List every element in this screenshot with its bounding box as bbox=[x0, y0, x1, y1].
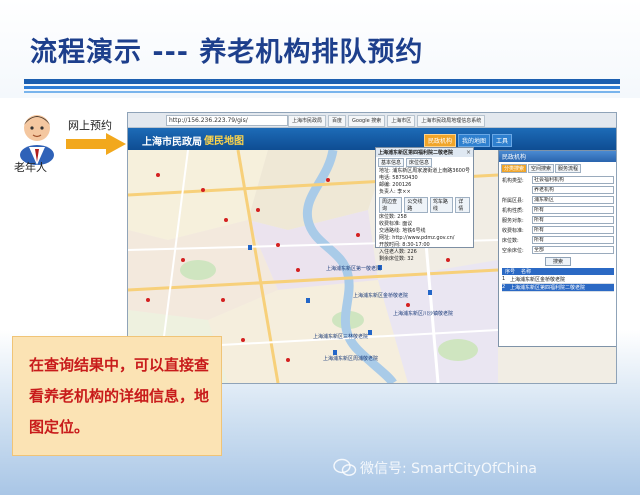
address-bar[interactable]: http://156.236.223.79/gis/ bbox=[166, 115, 288, 126]
field-label: 床位数: bbox=[502, 237, 519, 244]
popup-line: 邮编: 200126 bbox=[379, 182, 412, 188]
result-name: 上海浦东新区第四福利院二敬老院 bbox=[510, 285, 586, 291]
flow-arrow-icon bbox=[66, 133, 126, 155]
form-row-type: 机构类型: 社会福利机构 bbox=[499, 175, 616, 185]
popup-line: 收费标准: 面议 bbox=[379, 221, 413, 227]
details-button[interactable]: 详情 bbox=[455, 197, 470, 213]
browser-bar: http://156.236.223.79/gis/ 上海市民政局 百度 Goo… bbox=[128, 113, 616, 128]
bus-route-button[interactable]: 公交线路 bbox=[404, 197, 428, 213]
map-label: 上海浦东新区金桥敬老院 bbox=[353, 292, 408, 299]
form-row-fee: 收费标准: 所有 bbox=[499, 225, 616, 235]
map-label: 上海浦东新区第一敬老院 bbox=[326, 265, 381, 272]
vacant-beds-select[interactable]: 全部 bbox=[532, 246, 614, 254]
popup-line: 剩余床位数: 32 bbox=[379, 256, 414, 262]
browser-tab[interactable]: 上海市民政局 bbox=[288, 115, 327, 127]
slide-title: 流程演示 --- 养老机构排队预约 bbox=[30, 37, 424, 68]
elderly-user-icon bbox=[20, 115, 54, 165]
app-title: 上海市民政局 bbox=[142, 137, 202, 148]
result-col-name: 名称 bbox=[521, 269, 532, 275]
browser-tab[interactable]: 上海市民政局地理信息系统 bbox=[417, 115, 486, 127]
panel-tabs: 分类搜索 空间搜索 服务流程 bbox=[499, 162, 616, 175]
field-label: 机构性质: bbox=[502, 207, 524, 214]
result-row-selected[interactable]: 2 上海浦东新区第四福利院二敬老院 bbox=[502, 284, 614, 292]
browser-tabs: 上海市民政局 百度 Google 搜索 上海市区 上海市民政局地理信息系统 bbox=[288, 115, 486, 127]
field-label: 所属区县: bbox=[502, 197, 524, 204]
map-label: 上海浦东新区三林敬老院 bbox=[313, 333, 368, 340]
institution-type-select[interactable]: 社会福利机构 bbox=[532, 176, 614, 184]
result-col-index: 序号 bbox=[505, 269, 516, 275]
institution-search-panel: 民政机构 分类搜索 空间搜索 服务流程 机构类型: 社会福利机构 养老机构 所属… bbox=[498, 150, 616, 347]
nav-my-map[interactable]: 我的地图 bbox=[458, 134, 491, 147]
title-rule-top bbox=[24, 79, 620, 84]
title-rule-middle bbox=[24, 86, 620, 89]
title-bar: 流程演示 --- 养老机构排队预约 bbox=[0, 0, 640, 98]
app-nav: 民政机构 我的地图 工具 bbox=[424, 134, 513, 147]
popup-tab-beds[interactable]: 床位信息 bbox=[406, 158, 433, 167]
service-target-select[interactable]: 所有 bbox=[532, 216, 614, 224]
field-label: 收费标准: bbox=[502, 227, 524, 234]
nav-tools[interactable]: 工具 bbox=[492, 134, 513, 147]
flow-label: 网上预约 bbox=[68, 119, 112, 132]
form-row-beds: 床位数: 所有 bbox=[499, 235, 616, 245]
note-box: 在查询结果中，可以直接查看养老机构的详细信息，地图定位。 bbox=[12, 336, 222, 456]
beds-select[interactable]: 所有 bbox=[532, 236, 614, 244]
wechat-icon bbox=[333, 458, 357, 476]
popup-line: 交通路线: 地铁6号线 bbox=[379, 228, 426, 234]
form-row-nature: 机构性质: 所有 bbox=[499, 205, 616, 215]
nav-institutions[interactable]: 民政机构 bbox=[424, 134, 457, 147]
form-row-subtype: 养老机构 bbox=[499, 185, 616, 195]
map-label: 上海浦东新区周浦敬老院 bbox=[323, 355, 378, 362]
app-header: 上海市民政局 便民地图 民政机构 我的地图 工具 bbox=[128, 128, 616, 150]
result-row[interactable]: 1 上海浦东新区金桥敬老院 bbox=[502, 276, 614, 284]
nearby-search-button[interactable]: 周边查询 bbox=[379, 197, 403, 213]
district-select[interactable]: 浦东新区 bbox=[532, 196, 614, 204]
popup-title: 上海浦东新区第四福利院二敬老院 bbox=[376, 148, 473, 157]
popup-line: 地址: 浦东新区周家渡街道上南路3600号 bbox=[379, 168, 471, 174]
browser-tab[interactable]: 百度 bbox=[328, 115, 347, 127]
fee-select[interactable]: 所有 bbox=[532, 226, 614, 234]
popup-tabs: 基本信息 床位信息 bbox=[376, 157, 473, 168]
close-icon[interactable]: × bbox=[466, 149, 471, 156]
browser-tab[interactable]: 上海市区 bbox=[387, 115, 416, 127]
popup-tab-basic[interactable]: 基本信息 bbox=[378, 158, 405, 167]
popup-action-row: 周边查询 公交线路 驾车路线 详情 bbox=[376, 196, 473, 214]
popup-line: 开放时间: 8:30-17:00 bbox=[379, 242, 430, 248]
popup-line: 床位数: 258 bbox=[379, 214, 407, 220]
app-subtitle: 便民地图 bbox=[204, 136, 244, 147]
field-label: 服务对象: bbox=[502, 217, 524, 224]
panel-header: 民政机构 bbox=[499, 151, 616, 162]
form-row-service: 服务对象: 所有 bbox=[499, 215, 616, 225]
result-index: 2 bbox=[502, 284, 506, 290]
result-name: 上海浦东新区金桥敬老院 bbox=[510, 277, 566, 283]
user-label: 老年人 bbox=[14, 161, 47, 174]
result-header: 序号 名称 bbox=[502, 268, 614, 275]
result-index: 1 bbox=[502, 276, 506, 282]
institution-subtype-select[interactable]: 养老机构 bbox=[532, 186, 614, 194]
tab-category-search[interactable]: 分类搜索 bbox=[501, 164, 528, 173]
map-label: 上海浦东新区川沙镇敬老院 bbox=[393, 310, 453, 317]
title-rule-bottom bbox=[24, 91, 620, 93]
tab-service-flow[interactable]: 服务流程 bbox=[555, 164, 582, 173]
popup-line: 负责人: 李×× bbox=[379, 189, 411, 195]
field-label: 空余床位: bbox=[502, 247, 524, 254]
driving-route-button[interactable]: 驾车路线 bbox=[429, 197, 454, 213]
popup-line: 电话: 58750430 bbox=[379, 175, 418, 181]
browser-tab[interactable]: Google 搜索 bbox=[348, 115, 386, 127]
note-text: 在查询结果中，可以直接查看养老机构的详细信息，地图定位。 bbox=[29, 356, 210, 436]
institution-info-popup: 上海浦东新区第四福利院二敬老院 × 基本信息 床位信息 地址: 浦东新区周家渡街… bbox=[375, 147, 474, 262]
form-row-district: 所属区县: 浦东新区 bbox=[499, 195, 616, 205]
nature-select[interactable]: 所有 bbox=[532, 206, 614, 214]
tab-spatial-search[interactable]: 空间搜索 bbox=[528, 164, 555, 173]
watermark-text: 微信号: SmartCityOfChina bbox=[360, 461, 537, 477]
form-row-vacant: 空余床位: 全部 bbox=[499, 245, 616, 255]
field-label: 机构类型: bbox=[502, 177, 524, 184]
search-button[interactable]: 搜索 bbox=[545, 257, 571, 266]
popup-line: 入住老人数: 226 bbox=[379, 249, 417, 255]
popup-line: 网址: http://www.pdmz.gov.cn/ bbox=[379, 235, 455, 241]
